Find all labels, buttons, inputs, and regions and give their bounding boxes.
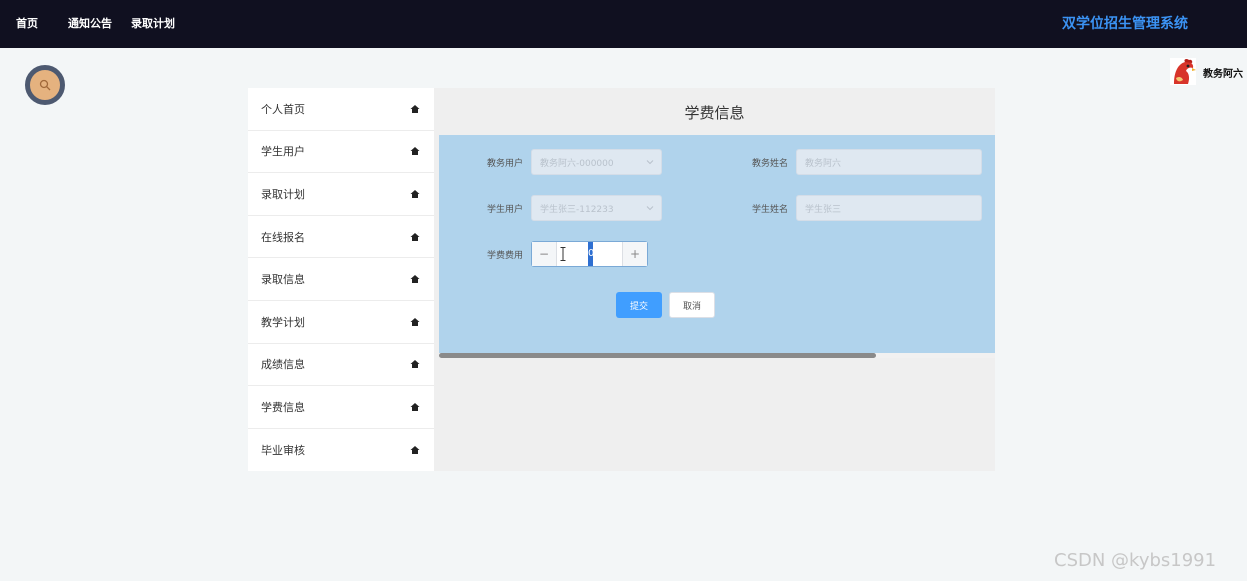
- sidebar-item-personal-home[interactable]: 个人首页: [248, 88, 434, 131]
- search-icon: [39, 79, 51, 91]
- sidebar-item-label: 毕业审核: [261, 444, 305, 458]
- watermark: CSDN @kybs1991: [1054, 550, 1217, 571]
- text-cursor-icon: [560, 247, 566, 261]
- nav-plans-link[interactable]: 录取计划: [131, 15, 175, 31]
- user-avatar[interactable]: [1170, 58, 1196, 85]
- home-icon: [410, 360, 420, 369]
- tuition-form: 教务用户 教务阿六-000000 教务姓名 教务阿六 学生用户 学生张三-112…: [439, 135, 995, 353]
- horizontal-scrollbar[interactable]: [439, 353, 995, 358]
- scrollbar-thumb[interactable]: [439, 353, 876, 358]
- sidebar-item-label: 成绩信息: [261, 358, 305, 372]
- fee-input[interactable]: 0: [588, 242, 593, 266]
- sidebar-item-teaching-plans[interactable]: 教学计划: [248, 301, 434, 344]
- fee-label: 学费费用: [486, 251, 523, 261]
- student-user-select[interactable]: 学生张三-112233: [531, 195, 662, 221]
- student-name-label: 学生姓名: [751, 205, 788, 215]
- home-icon: [410, 317, 420, 326]
- home-icon: [410, 275, 420, 284]
- sidebar-item-grades[interactable]: 成绩信息: [248, 344, 434, 387]
- fee-stepper[interactable]: − 0 +: [531, 241, 648, 267]
- sidebar-item-label: 个人首页: [261, 102, 305, 116]
- student-user-label: 学生用户: [486, 205, 523, 215]
- chevron-down-icon: [646, 160, 654, 165]
- search-button[interactable]: [25, 65, 65, 105]
- staff-name-field[interactable]: 教务阿六: [796, 149, 982, 175]
- sidebar-item-label: 录取信息: [261, 273, 305, 287]
- nav-home-link[interactable]: 首页: [16, 15, 38, 31]
- nav-notices-link[interactable]: 通知公告: [68, 15, 112, 31]
- staff-name-value: 教务阿六: [805, 158, 842, 169]
- sidebar-item-admission-plans[interactable]: 录取计划: [248, 173, 434, 216]
- home-icon: [410, 446, 420, 455]
- staff-user-value: 教务阿六-000000: [540, 158, 614, 169]
- home-icon: [410, 232, 420, 241]
- staff-name-label: 教务姓名: [751, 159, 788, 169]
- page-title: 学费信息: [684, 104, 745, 122]
- sidebar-menu: 个人首页 学生用户 录取计划 在线报名 录取信息 教学计划 成绩信息 学费信息 …: [248, 88, 434, 471]
- top-nav-bar: 首页 通知公告 录取计划 双学位招生管理系统: [0, 0, 1247, 48]
- sidebar-item-admission-info[interactable]: 录取信息: [248, 258, 434, 301]
- sidebar-item-online-registration[interactable]: 在线报名: [248, 216, 434, 259]
- sidebar-item-student-users[interactable]: 学生用户: [248, 131, 434, 174]
- home-icon: [410, 147, 420, 156]
- brand-title: 双学位招生管理系统: [1062, 16, 1188, 32]
- fee-increment-button[interactable]: +: [622, 242, 647, 266]
- student-name-field[interactable]: 学生张三: [796, 195, 982, 221]
- sidebar-item-label: 学费信息: [261, 400, 305, 414]
- cancel-button[interactable]: 取消: [669, 292, 715, 318]
- user-name: 教务阿六: [1203, 69, 1243, 80]
- student-user-value: 学生张三-112233: [540, 204, 614, 215]
- home-icon: [410, 104, 420, 113]
- submit-button[interactable]: 提交: [616, 292, 662, 318]
- sidebar-item-graduation-review[interactable]: 毕业审核: [248, 429, 434, 472]
- main-panel: 学费信息 教务用户 教务阿六-000000 教务姓名 教务阿六 学生用户 学生张…: [434, 88, 995, 471]
- sidebar-item-label: 在线报名: [261, 230, 305, 244]
- sidebar-item-label: 学生用户: [261, 145, 305, 159]
- sidebar-item-label: 录取计划: [261, 187, 305, 201]
- home-icon: [410, 402, 420, 411]
- staff-user-select[interactable]: 教务阿六-000000: [531, 149, 662, 175]
- chevron-down-icon: [646, 206, 654, 211]
- staff-user-label: 教务用户: [486, 159, 523, 169]
- fee-decrement-button[interactable]: −: [532, 242, 557, 266]
- home-icon: [410, 189, 420, 198]
- student-name-value: 学生张三: [805, 204, 842, 215]
- sidebar-item-tuition[interactable]: 学费信息: [248, 386, 434, 429]
- sidebar-item-label: 教学计划: [261, 315, 305, 329]
